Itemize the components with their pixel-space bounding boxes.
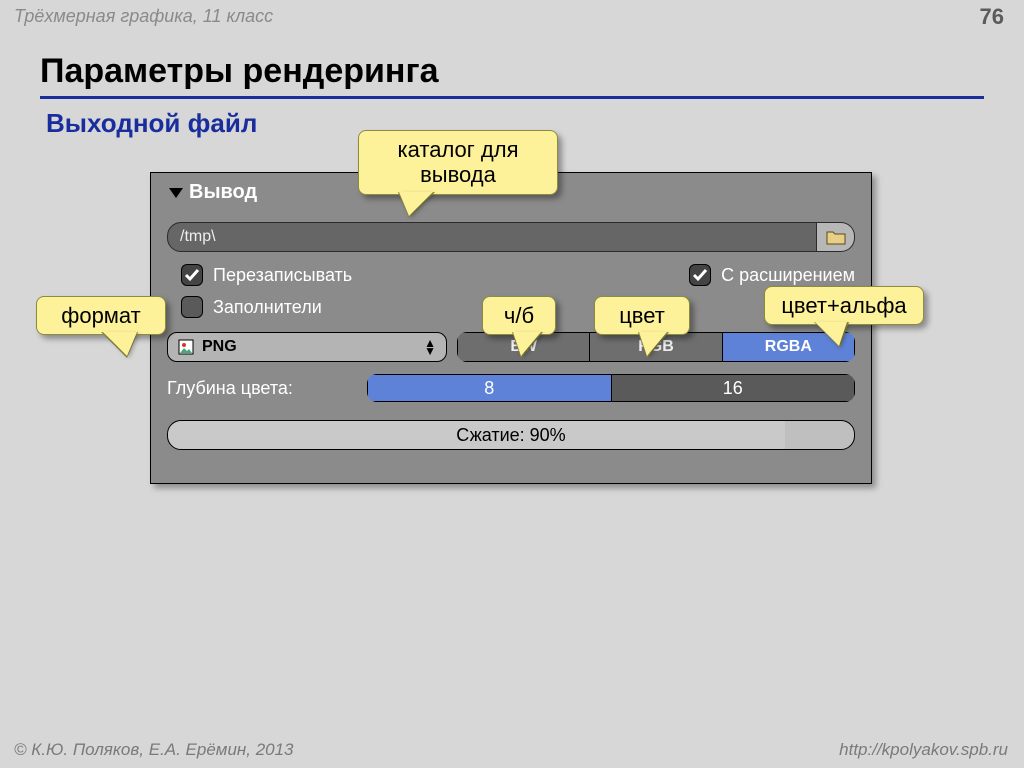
placeholders-label: Заполнители (213, 297, 322, 318)
disclosure-triangle-icon[interactable] (169, 188, 183, 198)
file-format-value: PNG (202, 338, 237, 356)
slide-footer: © К.Ю. Поляков, Е.А. Ерёмин, 2013 http:/… (0, 738, 1024, 768)
callout-output-folder: каталог для вывода (358, 130, 558, 195)
checkbox-checked-icon (689, 264, 711, 286)
callout-color-alpha: цвет+альфа (764, 286, 924, 325)
slide-number: 76 (980, 4, 1004, 30)
compression-row: Сжатие: 90% (167, 420, 855, 450)
color-depth-label: Глубина цвета: (167, 378, 367, 399)
checkbox-row: Перезаписывать С расширением (181, 264, 855, 286)
color-depth-segmented: 8 16 (367, 374, 855, 402)
section-subtitle: Выходной файл (46, 108, 257, 139)
overwrite-checkbox[interactable]: Перезаписывать (181, 264, 352, 286)
with-extension-label: С расширением (721, 265, 855, 286)
image-file-icon (178, 339, 194, 355)
depth-8-button[interactable]: 8 (367, 374, 611, 402)
course-name: Трёхмерная графика, 11 класс (14, 6, 273, 26)
browse-folder-button[interactable] (817, 222, 855, 252)
compression-value: Сжатие: 90% (456, 425, 565, 446)
title-underline (40, 96, 984, 99)
callout-format: формат (36, 296, 166, 335)
callout-color: цвет (594, 296, 690, 335)
footer-copyright: © К.Ю. Поляков, Е.А. Ерёмин, 2013 (14, 740, 294, 760)
page-title: Параметры рендеринга (40, 52, 439, 91)
slide-header: Трёхмерная графика, 11 класс 76 (0, 0, 1024, 32)
panel-title: Вывод (189, 181, 257, 204)
color-depth-row: Глубина цвета: 8 16 (167, 374, 855, 402)
output-path-input[interactable]: /tmp\ (167, 222, 817, 252)
checkbox-checked-icon (181, 264, 203, 286)
file-format-select[interactable]: PNG ▲▼ (167, 332, 447, 362)
format-row: PNG ▲▼ BW RGB RGBA (167, 332, 855, 362)
output-path-row: /tmp\ (167, 222, 855, 252)
depth-16-button[interactable]: 16 (611, 374, 856, 402)
compression-slider[interactable]: Сжатие: 90% (167, 420, 855, 450)
updown-arrows-icon: ▲▼ (424, 339, 436, 355)
overwrite-label: Перезаписывать (213, 265, 352, 286)
with-extension-checkbox[interactable]: С расширением (689, 264, 855, 286)
callout-bw: ч/б (482, 296, 556, 335)
footer-url: http://kpolyakov.spb.ru (839, 740, 1008, 760)
checkbox-empty-icon (181, 296, 203, 318)
folder-icon (826, 229, 846, 245)
output-path-value: /tmp\ (180, 228, 216, 246)
